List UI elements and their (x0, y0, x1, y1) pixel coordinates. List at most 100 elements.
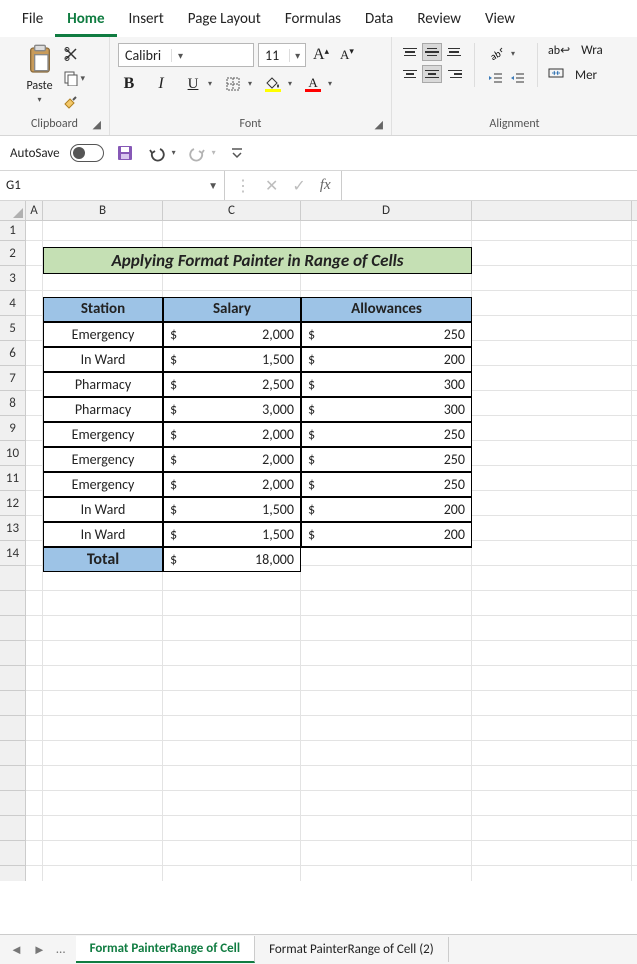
chevron-down-icon[interactable]: ▾ (288, 79, 292, 89)
row-header[interactable]: 2 (0, 241, 26, 266)
qat-customize-icon[interactable] (226, 142, 248, 164)
cancel-formula-icon[interactable]: ✕ (265, 176, 278, 196)
chevron-down-icon[interactable]: ▾ (289, 49, 305, 62)
column-header[interactable] (632, 201, 637, 221)
row-header[interactable]: 13 (0, 516, 26, 541)
cell-salary[interactable]: $2,000 (163, 447, 301, 472)
column-header[interactable] (472, 201, 632, 221)
prev-sheet-icon[interactable]: ◄ (10, 942, 23, 958)
align-left-icon[interactable] (400, 65, 420, 83)
chevron-down-icon[interactable]: ▾ (171, 49, 189, 62)
align-top-icon[interactable] (400, 43, 420, 61)
paste-icon[interactable] (23, 43, 57, 77)
borders-icon[interactable] (222, 73, 244, 95)
cell-station[interactable]: Pharmacy (43, 372, 163, 397)
row-header[interactable]: 9 (0, 416, 26, 441)
align-middle-icon[interactable] (422, 43, 442, 61)
paste-label[interactable]: Paste (26, 79, 52, 93)
header-station[interactable]: Station (43, 297, 163, 322)
save-icon[interactable] (114, 142, 136, 164)
italic-button[interactable]: I (150, 73, 172, 95)
enter-formula-icon[interactable]: ✓ (292, 176, 305, 196)
chevron-down-icon[interactable]: ▼ (208, 179, 218, 192)
clipboard-launcher-icon[interactable]: ◢ (93, 118, 101, 131)
header-allowances[interactable]: Allowances (301, 297, 472, 322)
header-salary[interactable]: Salary (163, 297, 301, 322)
row-header[interactable]: 5 (0, 316, 26, 341)
tab-review[interactable]: Review (405, 6, 473, 37)
worksheet-grid[interactable]: ABCD 1234567891011121314 Applying Format… (0, 201, 637, 881)
cell-allowance[interactable]: $300 (301, 397, 472, 422)
format-painter-icon[interactable] (63, 91, 87, 113)
cell-allowance[interactable]: $200 (301, 522, 472, 547)
orientation-icon[interactable]: ab (485, 43, 507, 65)
copy-icon[interactable]: ▾ (63, 67, 87, 89)
font-launcher-icon[interactable]: ◢ (375, 118, 383, 131)
increase-font-icon[interactable]: A▴ (310, 44, 332, 66)
cell-station[interactable]: In Ward (43, 497, 163, 522)
row-header[interactable] (0, 816, 26, 841)
cell-allowance[interactable]: $250 (301, 447, 472, 472)
tab-data[interactable]: Data (353, 6, 405, 37)
sheet-tab-active[interactable]: Format PainterRange of Cell (76, 936, 255, 963)
font-color-icon[interactable]: A (302, 73, 324, 95)
merge-center-button[interactable]: Mer (548, 66, 597, 84)
decrease-font-icon[interactable]: A▾ (336, 44, 358, 66)
row-header[interactable] (0, 666, 26, 691)
next-sheet-icon[interactable]: ► (33, 942, 46, 958)
column-header[interactable]: B (43, 201, 163, 221)
undo-icon[interactable] (146, 142, 168, 164)
select-all-triangle[interactable] (0, 201, 26, 221)
cell-allowance[interactable]: $300 (301, 372, 472, 397)
cut-icon[interactable] (63, 43, 87, 65)
redo-icon[interactable] (186, 142, 208, 164)
chevron-down-icon[interactable]: ▾ (172, 148, 176, 158)
cell-station[interactable]: Pharmacy (43, 397, 163, 422)
decrease-indent-icon[interactable] (485, 69, 505, 87)
font-size-select[interactable]: 11▾ (258, 43, 306, 67)
formula-bar[interactable] (341, 171, 637, 200)
row-header[interactable]: 8 (0, 391, 26, 416)
row-header[interactable] (0, 641, 26, 666)
tab-page-layout[interactable]: Page Layout (176, 6, 273, 37)
cell-salary[interactable]: $2,000 (163, 422, 301, 447)
column-header[interactable]: D (301, 201, 472, 221)
chevron-down-icon[interactable]: ▾ (328, 79, 332, 89)
cell-station[interactable]: In Ward (43, 522, 163, 547)
row-header[interactable] (0, 791, 26, 816)
column-header[interactable]: C (163, 201, 301, 221)
row-header[interactable] (0, 866, 26, 881)
bold-button[interactable]: B (118, 73, 140, 95)
row-header[interactable] (0, 591, 26, 616)
tab-formulas[interactable]: Formulas (273, 6, 353, 37)
row-header[interactable] (0, 716, 26, 741)
tab-file[interactable]: File (10, 6, 55, 37)
cell-salary[interactable]: $1,500 (163, 347, 301, 372)
font-name-select[interactable]: Calibri▾ (118, 43, 254, 67)
column-header[interactable]: A (26, 201, 43, 221)
cell-salary[interactable]: $2,500 (163, 372, 301, 397)
row-header[interactable] (0, 766, 26, 791)
cell-station[interactable]: Emergency (43, 422, 163, 447)
fx-icon[interactable]: fx (320, 177, 331, 194)
cell-salary[interactable]: $1,500 (163, 497, 301, 522)
underline-button[interactable]: U (182, 73, 204, 95)
total-salary[interactable]: $18,000 (163, 547, 301, 572)
total-label[interactable]: Total (43, 547, 163, 572)
wrap-text-button[interactable]: ab↩ Wra (548, 43, 603, 58)
cell-allowance[interactable]: $250 (301, 422, 472, 447)
tab-view[interactable]: View (473, 6, 527, 37)
sheet-tab-2[interactable]: Format PainterRange of Cell (2) (255, 937, 449, 962)
chevron-down-icon[interactable]: ▾ (248, 79, 252, 89)
cell-salary[interactable]: $1,500 (163, 522, 301, 547)
row-header[interactable]: 1 (0, 221, 26, 241)
increase-indent-icon[interactable] (507, 69, 527, 87)
paste-dropdown-icon[interactable]: ▾ (37, 95, 41, 105)
fill-color-icon[interactable] (262, 73, 284, 95)
row-header[interactable]: 12 (0, 491, 26, 516)
align-center-icon[interactable] (422, 65, 442, 83)
cell-station[interactable]: In Ward (43, 347, 163, 372)
row-header[interactable]: 7 (0, 366, 26, 391)
row-header[interactable]: 10 (0, 441, 26, 466)
row-header[interactable] (0, 566, 26, 591)
